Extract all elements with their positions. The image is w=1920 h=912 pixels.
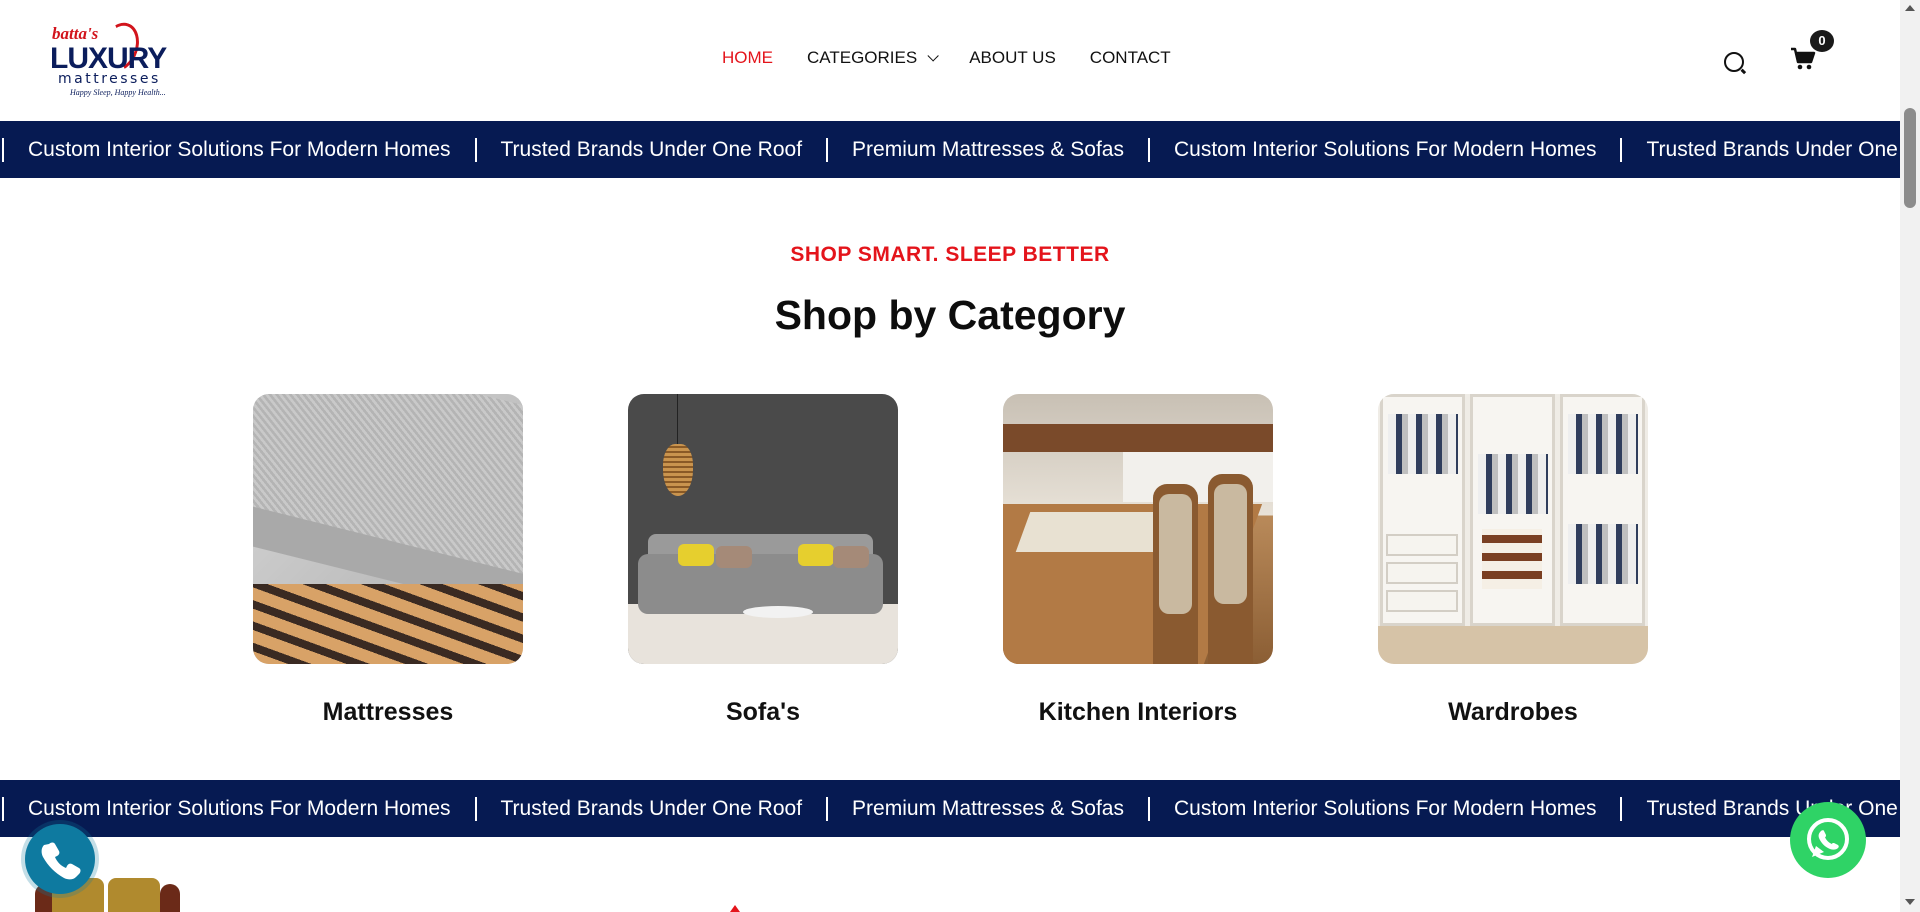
- section-kicker: SHOP SMART. SLEEP BETTER: [790, 243, 1110, 266]
- ticker-separator: [2, 137, 4, 162]
- phone-icon: [41, 842, 81, 880]
- drawer: [1386, 590, 1458, 612]
- hanging-clothes: [1478, 454, 1548, 514]
- category-card-mattresses[interactable]: Mattresses: [253, 394, 523, 727]
- ticker-item: Trusted Brands Under One Roof: [1646, 137, 1900, 161]
- promo-ticker-top: Custom Interior Solutions For Modern Hom…: [0, 121, 1900, 178]
- kitchen-counter: [1003, 424, 1273, 452]
- ticker-separator: [1147, 796, 1150, 821]
- category-card-kitchen-interiors[interactable]: Kitchen Interiors: [1003, 394, 1273, 727]
- hanging-clothes: [1568, 414, 1638, 474]
- hanging-clothes: [1568, 524, 1638, 584]
- ticker-separator: [1620, 137, 1623, 162]
- category-card-sofas[interactable]: Sofa's: [628, 394, 898, 727]
- ticker-separator: [826, 137, 829, 162]
- ticker-item: Trusted Brands Under One Roof: [500, 137, 803, 161]
- section-title: Shop by Category: [774, 292, 1126, 338]
- nav-about-us[interactable]: ABOUT US: [969, 48, 1056, 68]
- next-section-accent: [730, 905, 740, 912]
- scrollbar-thumb[interactable]: [1904, 108, 1916, 208]
- chair-pad: [1214, 484, 1247, 604]
- nav-home[interactable]: HOME: [722, 48, 773, 68]
- category-label: Sofa's: [725, 698, 801, 726]
- category-label: Kitchen Interiors: [1038, 698, 1238, 726]
- ticker-separator: [474, 796, 477, 821]
- category-image-mattresses: [253, 394, 523, 664]
- ticker-item: Trusted Brands Under One Roof: [500, 796, 803, 820]
- peek-shape: [160, 884, 180, 912]
- ticker-item: Custom Interior Solutions For Modern Hom…: [1173, 137, 1597, 161]
- logo-text-battas: batta's: [52, 24, 99, 43]
- scroll-up-arrow-icon[interactable]: [1905, 5, 1915, 11]
- ticker-separator: [826, 796, 829, 821]
- ticker-separator: [474, 137, 477, 162]
- nav-contact[interactable]: CONTACT: [1090, 48, 1171, 68]
- category-image-sofas: [628, 394, 898, 664]
- nav-about-label: ABOUT US: [969, 48, 1056, 67]
- category-card-wardrobes[interactable]: Wardrobes: [1378, 394, 1648, 727]
- ticker-item: Premium Mattresses & Sofas: [852, 137, 1124, 161]
- table-runner: [1015, 512, 1171, 552]
- pillow: [833, 546, 869, 568]
- page-scrollbar[interactable]: [1900, 0, 1920, 912]
- drawer: [1386, 534, 1458, 556]
- ticker-separator: [1147, 137, 1150, 162]
- pillow: [716, 546, 752, 568]
- chevron-down-icon: [927, 50, 939, 62]
- search-icon-handle: [1740, 68, 1747, 74]
- scroll-down-arrow-icon[interactable]: [1905, 899, 1915, 905]
- call-button[interactable]: [25, 824, 95, 894]
- logo-text-mattresses: mattresses: [58, 71, 161, 87]
- shoe-rack: [1482, 529, 1542, 589]
- ticker-separator: [1620, 796, 1623, 821]
- chair-pad: [1159, 494, 1192, 614]
- whatsapp-icon: [1807, 818, 1849, 860]
- cart-count-badge: 0: [1810, 30, 1834, 52]
- whatsapp-button[interactable]: [1790, 802, 1866, 878]
- category-label: Wardrobes: [1448, 698, 1578, 726]
- nav-contact-label: CONTACT: [1089, 48, 1171, 67]
- ticker-item: Custom Interior Solutions For Modern Hom…: [28, 137, 451, 161]
- ticker-track: Custom Interior Solutions For Modern Hom…: [0, 780, 1900, 837]
- site-logo[interactable]: batta's LUXURY mattresses Happy Sleep, H…: [50, 17, 190, 100]
- coffee-table: [743, 606, 813, 618]
- hanging-clothes: [1388, 414, 1458, 474]
- cart-icon-graphic: [1791, 47, 1816, 70]
- ticker-separator: [2, 796, 4, 821]
- main-nav: HOME CATEGORIES ABOUT US CONTACT: [722, 48, 1205, 68]
- logo-tagline: Happy Sleep, Happy Health...: [70, 88, 166, 97]
- pendant-lamp: [663, 444, 693, 496]
- ticker-item: Custom Interior Solutions For Modern Hom…: [28, 796, 451, 820]
- nav-categories[interactable]: CATEGORIES: [807, 48, 939, 68]
- category-image-kitchen: [1003, 394, 1273, 664]
- pillow: [678, 544, 714, 566]
- category-image-wardrobes: [1378, 394, 1648, 664]
- ticker-item: Premium Mattresses & Sofas: [852, 796, 1124, 820]
- nav-categories-label: CATEGORIES: [807, 48, 918, 67]
- ticker-track: Custom Interior Solutions For Modern Hom…: [0, 121, 1900, 178]
- category-label: Mattresses: [322, 698, 454, 726]
- peek-shape: [108, 878, 160, 912]
- nav-home-label: HOME: [722, 48, 773, 67]
- promo-ticker-bottom: Custom Interior Solutions For Modern Hom…: [0, 780, 1900, 837]
- search-icon[interactable]: [1724, 52, 1747, 74]
- floor: [1378, 626, 1648, 664]
- cart-icon[interactable]: [1790, 46, 1816, 72]
- site-header: batta's LUXURY mattresses Happy Sleep, H…: [0, 0, 1900, 121]
- drawer: [1386, 562, 1458, 584]
- lamp-wire: [677, 394, 678, 444]
- pillow: [798, 544, 834, 566]
- ticker-item: Custom Interior Solutions For Modern Hom…: [1173, 796, 1597, 820]
- bed-slats: [253, 584, 523, 664]
